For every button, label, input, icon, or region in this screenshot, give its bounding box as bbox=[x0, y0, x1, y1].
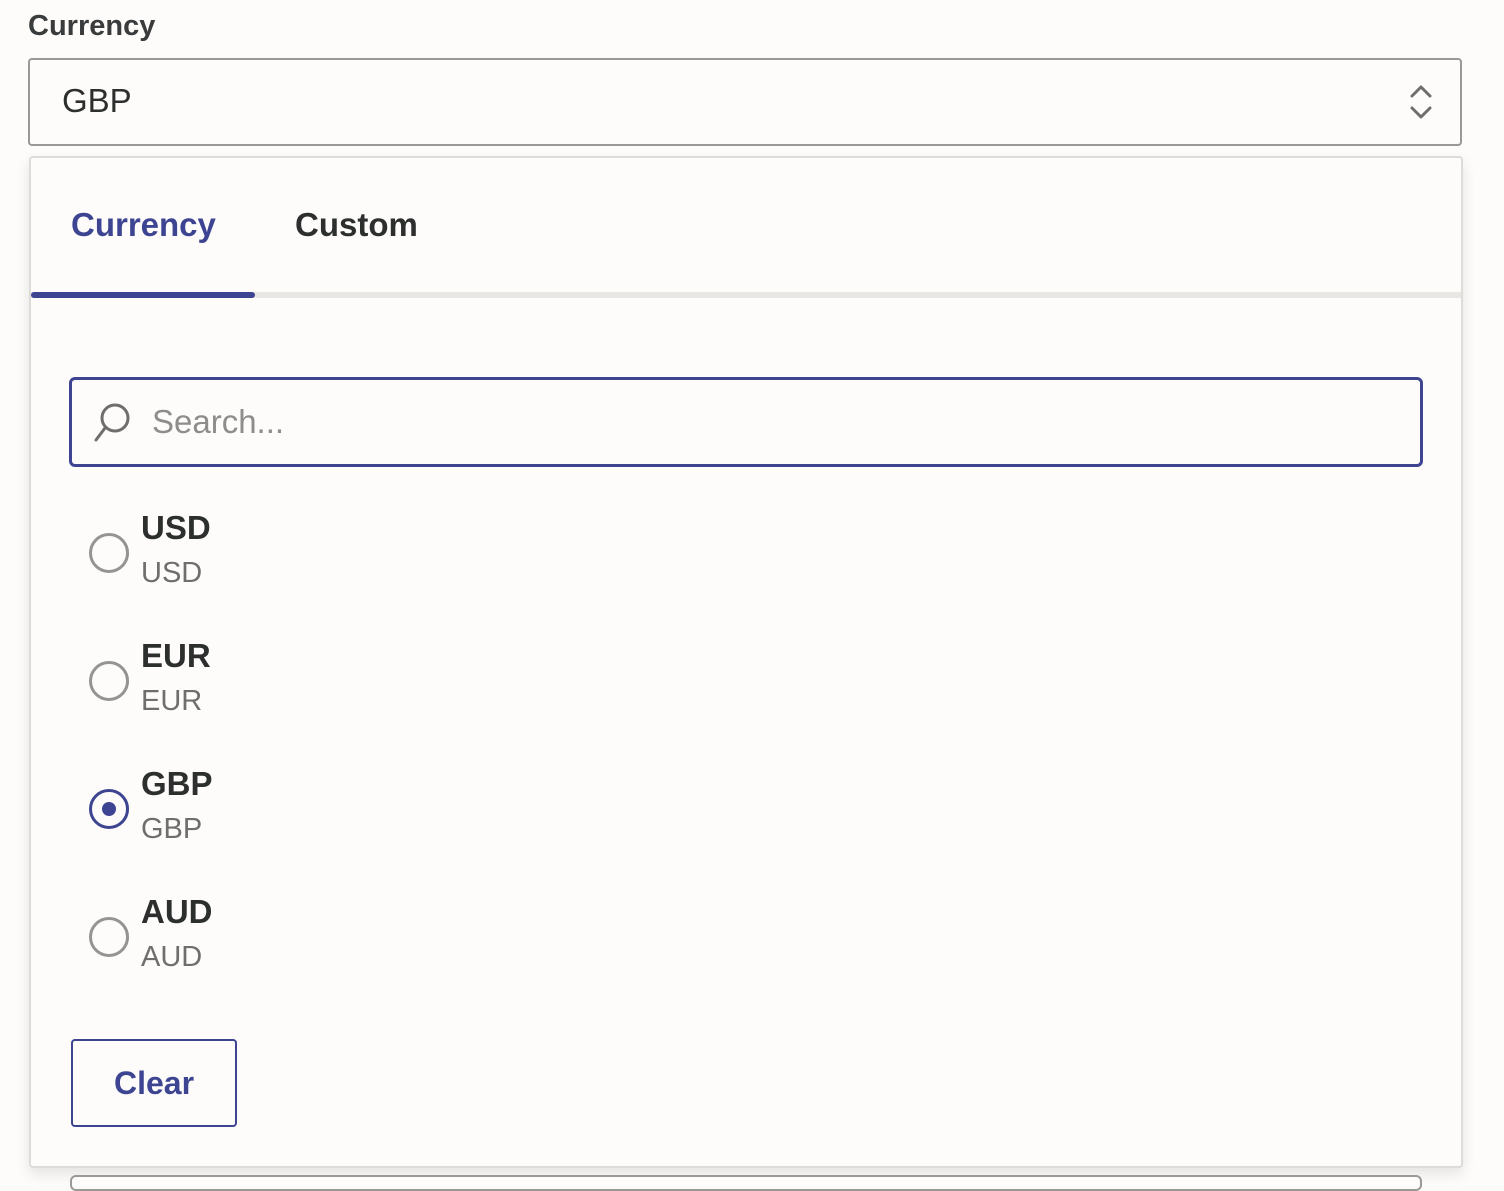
option-subtitle: EUR bbox=[141, 685, 203, 717]
tab-custom[interactable]: Custom bbox=[295, 206, 418, 244]
currency-dropdown-panel: Currency Custom USD USD EUR EUR GBP GBP … bbox=[29, 156, 1463, 1168]
currency-select[interactable]: GBP bbox=[28, 58, 1462, 146]
clear-button[interactable]: Clear bbox=[71, 1039, 237, 1127]
option-eur[interactable]: EUR EUR bbox=[89, 637, 689, 733]
option-title: EUR bbox=[141, 637, 211, 674]
search-box[interactable] bbox=[69, 377, 1423, 467]
option-subtitle: GBP bbox=[141, 813, 203, 845]
option-title: USD bbox=[141, 509, 211, 546]
tab-currency[interactable]: Currency bbox=[71, 206, 216, 244]
option-title: AUD bbox=[141, 893, 213, 930]
active-tab-indicator bbox=[31, 292, 255, 298]
tab-bar: Currency Custom bbox=[31, 158, 1461, 298]
radio-aud[interactable] bbox=[89, 917, 129, 957]
next-field-input[interactable] bbox=[70, 1175, 1422, 1191]
radio-eur[interactable] bbox=[89, 661, 129, 701]
search-icon bbox=[94, 403, 130, 442]
currency-select-value: GBP bbox=[62, 82, 132, 119]
option-gbp[interactable]: GBP GBP bbox=[89, 765, 689, 861]
search-input[interactable] bbox=[152, 396, 1392, 448]
radio-usd[interactable] bbox=[89, 533, 129, 573]
option-title: GBP bbox=[141, 765, 213, 802]
currency-field-label: Currency bbox=[28, 10, 156, 42]
option-subtitle: USD bbox=[141, 557, 203, 589]
chevron-up-down-icon bbox=[1410, 85, 1432, 119]
option-subtitle: AUD bbox=[141, 941, 203, 973]
option-aud[interactable]: AUD AUD bbox=[89, 893, 689, 989]
radio-gbp[interactable] bbox=[89, 789, 129, 829]
option-usd[interactable]: USD USD bbox=[89, 509, 689, 605]
